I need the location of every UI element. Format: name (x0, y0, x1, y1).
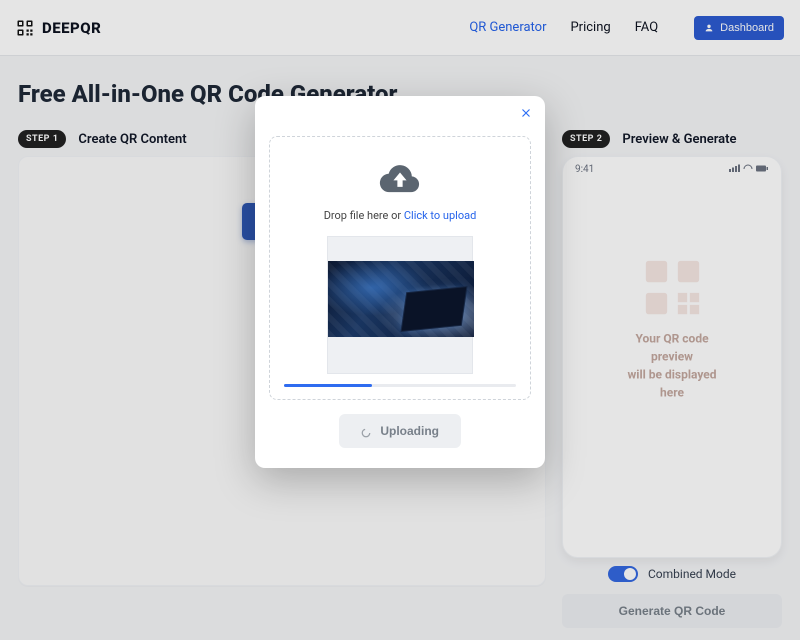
cloud-upload-icon (379, 161, 421, 197)
click-to-upload-link[interactable]: Click to upload (404, 209, 476, 222)
dropzone[interactable]: Drop file here or Click to upload (269, 136, 531, 400)
modal-close-button[interactable] (519, 106, 533, 123)
upload-progress-bar (284, 384, 372, 387)
upload-modal: Drop file here or Click to upload Upload… (255, 96, 545, 468)
upload-progress (284, 384, 516, 387)
close-icon (519, 107, 533, 123)
upload-thumbnail (327, 236, 473, 374)
dropzone-text: Drop file here or Click to upload (284, 209, 516, 222)
spinner-icon (361, 427, 371, 437)
dropzone-instruction: Drop file here or (324, 209, 404, 222)
upload-thumbnail-image (328, 261, 474, 337)
uploading-button: Uploading (339, 414, 461, 448)
uploading-label: Uploading (380, 424, 439, 438)
